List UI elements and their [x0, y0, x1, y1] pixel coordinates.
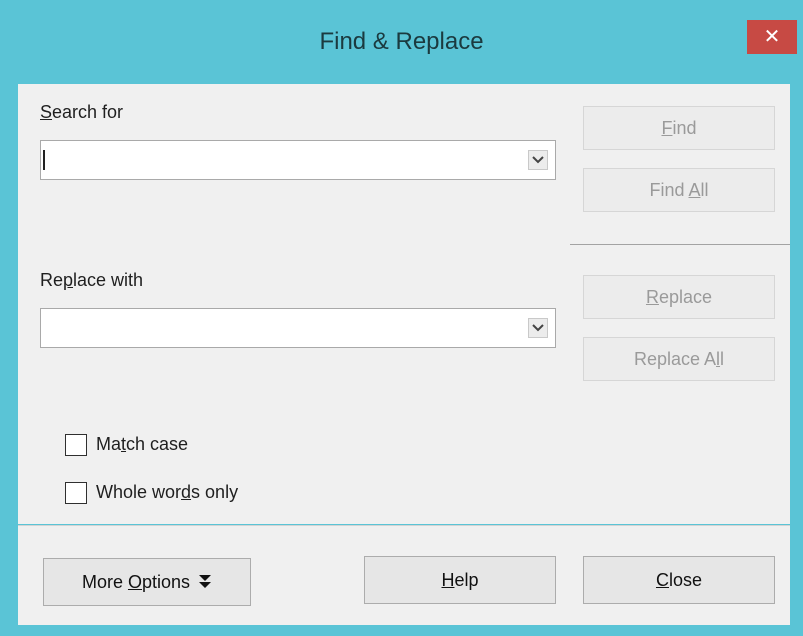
- replace-button[interactable]: Replace: [583, 275, 775, 319]
- replace-all-button[interactable]: Replace All: [583, 337, 775, 381]
- dialog-footer: More Options Help Close: [18, 525, 790, 625]
- close-window-button[interactable]: ✕: [747, 20, 797, 54]
- dialog-content: Search for Find Find All Replace with Re…: [18, 84, 790, 524]
- title-bar: Find & Replace ✕: [0, 0, 803, 84]
- more-options-button[interactable]: More Options: [43, 558, 251, 606]
- find-button[interactable]: Find: [583, 106, 775, 150]
- whole-words-label[interactable]: Whole words only: [96, 482, 238, 503]
- match-case-label[interactable]: Match case: [96, 434, 188, 455]
- whole-words-checkbox[interactable]: [65, 482, 87, 504]
- replace-dropdown-button[interactable]: [528, 318, 548, 338]
- dialog-title: Find & Replace: [319, 28, 484, 55]
- chevron-down-icon: [532, 156, 544, 164]
- search-combobox[interactable]: [40, 140, 556, 180]
- search-dropdown-button[interactable]: [528, 150, 548, 170]
- double-chevron-down-icon: [199, 575, 212, 588]
- replace-with-label: Replace with: [40, 270, 144, 290]
- find-all-button[interactable]: Find All: [583, 168, 775, 212]
- text-cursor: [43, 150, 45, 170]
- help-button[interactable]: Help: [364, 556, 556, 604]
- search-for-label: Search for: [40, 102, 124, 122]
- close-icon: ✕: [763, 26, 781, 48]
- find-replace-dialog: Find & Replace ✕ Search for Find Find Al…: [0, 0, 803, 636]
- separator-line: [570, 244, 790, 245]
- close-button[interactable]: Close: [583, 556, 775, 604]
- replace-combobox[interactable]: [40, 308, 556, 348]
- chevron-down-icon: [532, 324, 544, 332]
- match-case-checkbox[interactable]: [65, 434, 87, 456]
